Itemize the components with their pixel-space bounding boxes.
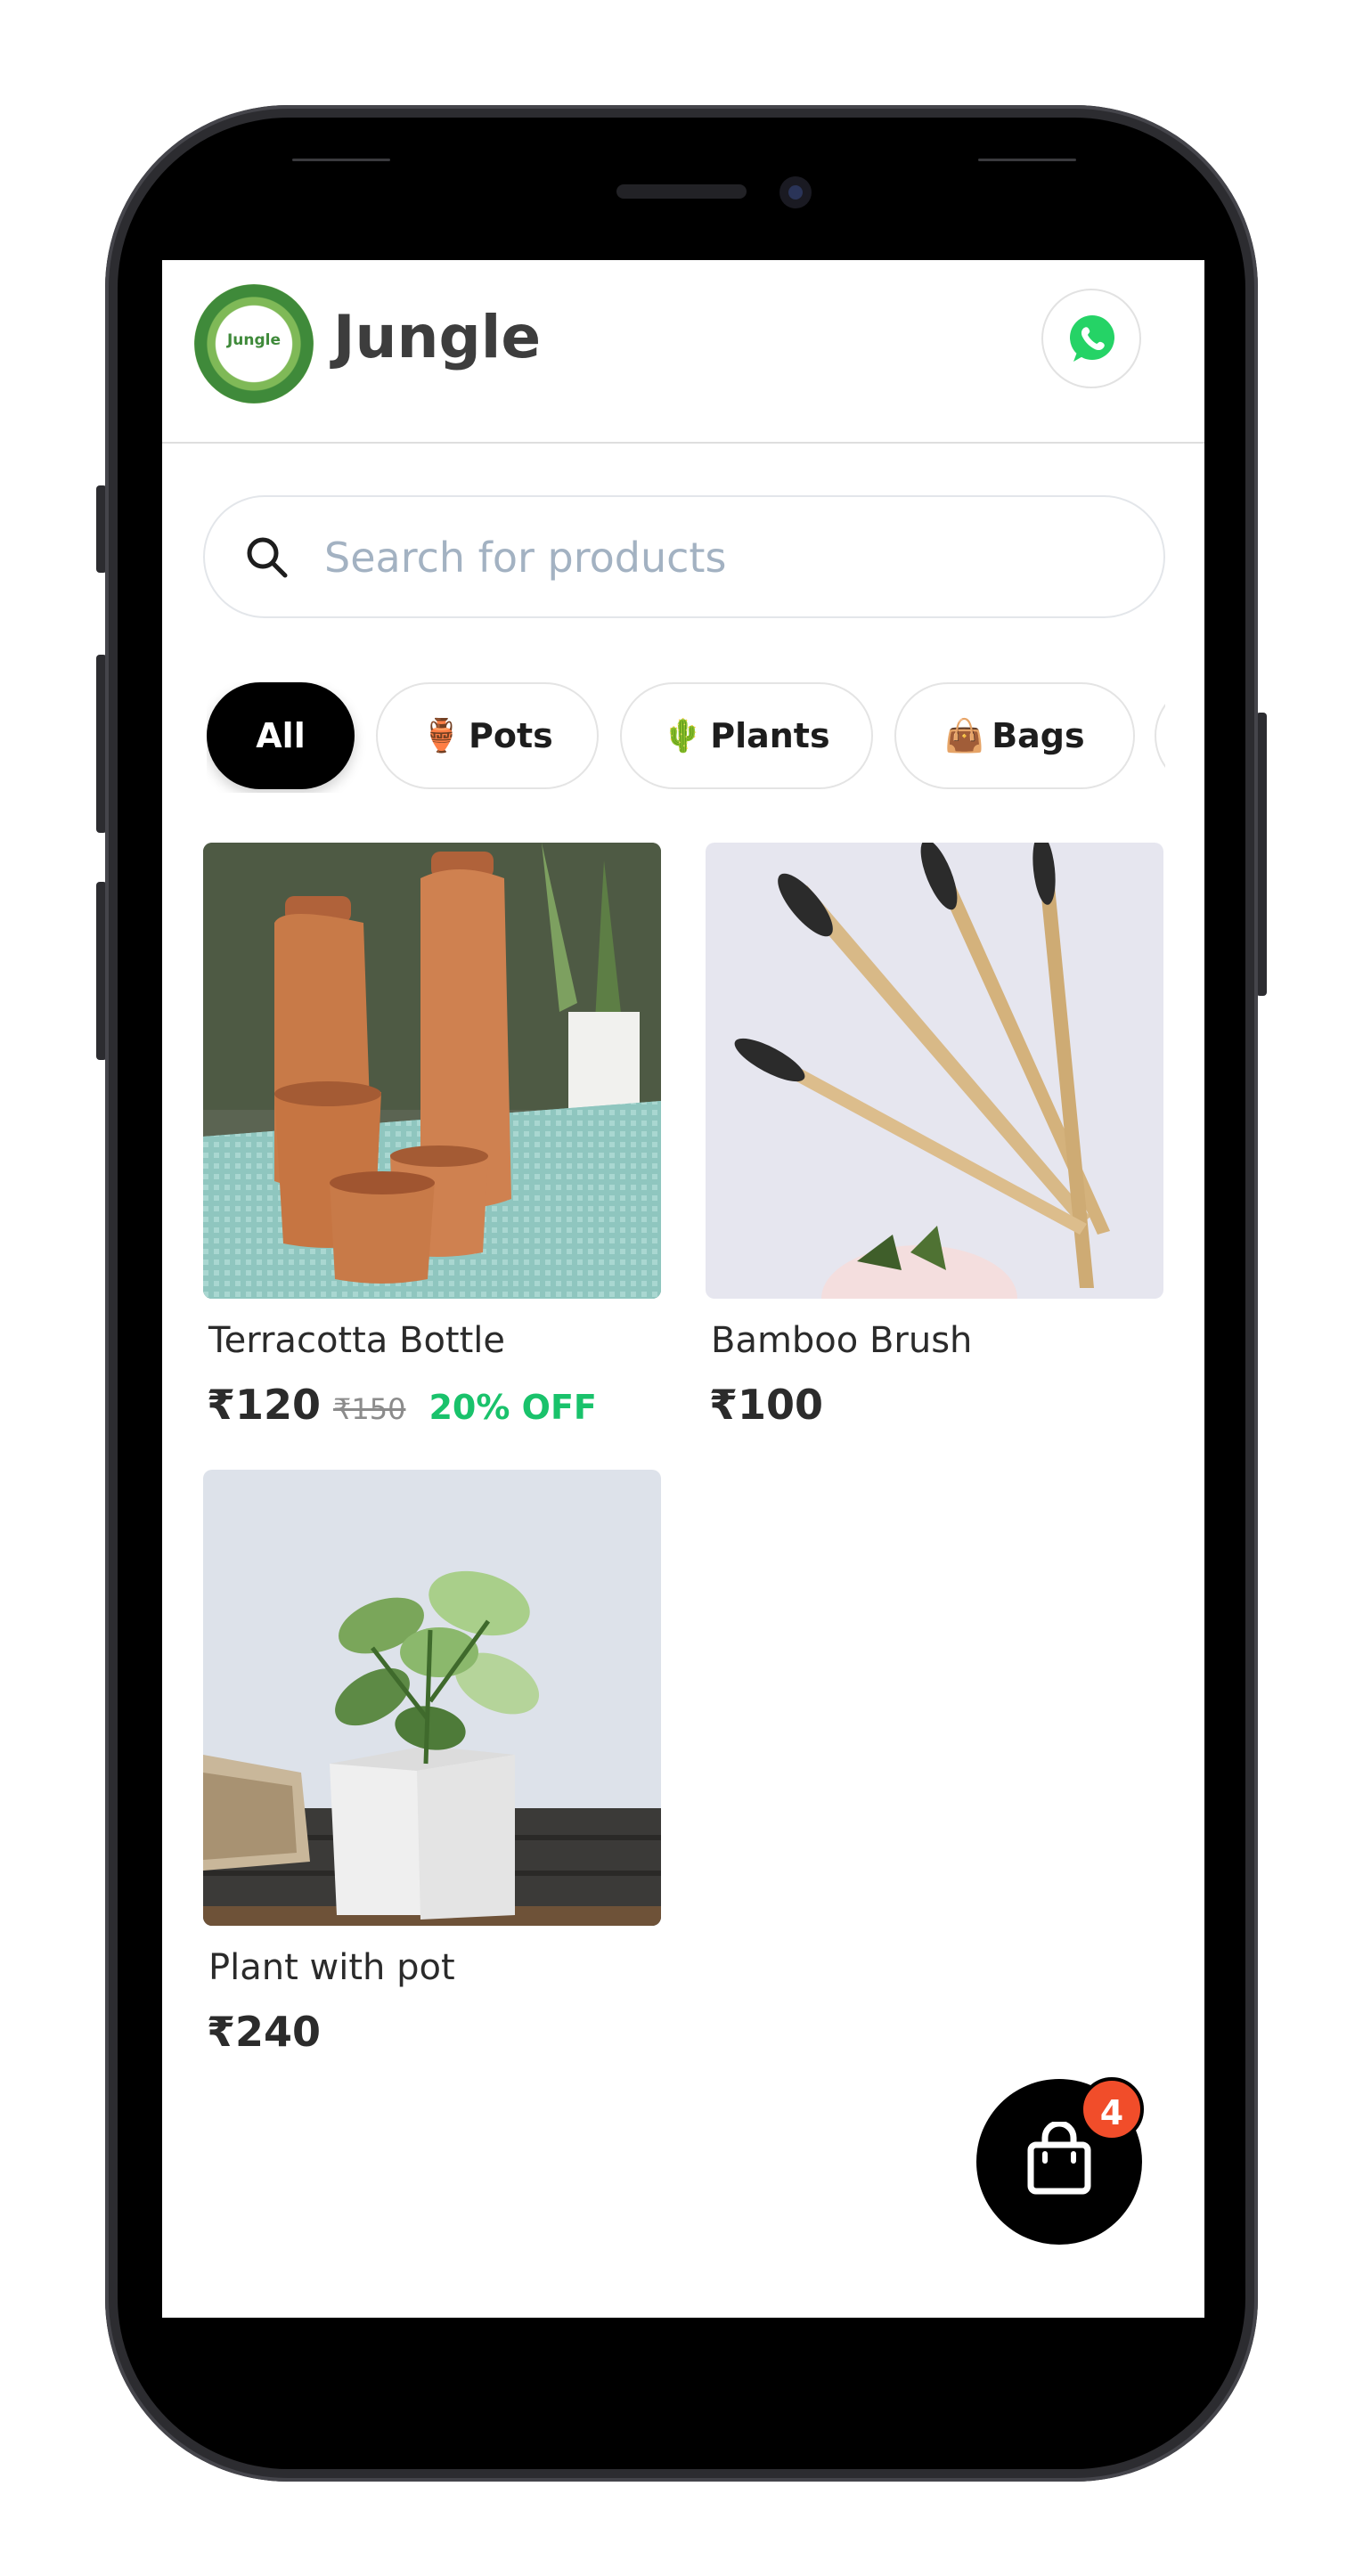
app-header: Jungle Jungle (162, 260, 1204, 444)
price-row: ₹100 (709, 1381, 823, 1429)
category-chip-plants[interactable]: 🌵 Plants (620, 682, 873, 789)
product-image (203, 1470, 661, 1926)
frame-highlight (978, 159, 1076, 161)
category-chip-pots[interactable]: 🏺 Pots (376, 682, 599, 789)
front-camera (779, 176, 812, 208)
product-name: Plant with pot (208, 1947, 455, 1988)
cart-count-badge: 4 (1080, 2077, 1144, 2141)
product-image (706, 843, 1163, 1299)
search-input[interactable] (322, 524, 1110, 591)
shopping-bag-icon (1027, 2122, 1091, 2195)
product-price: ₹100 (709, 1381, 824, 1429)
cactus-icon: 🌵 (663, 718, 704, 754)
price-row: ₹240 (207, 2008, 321, 2056)
category-label: Pots (469, 716, 553, 755)
whatsapp-button[interactable] (1041, 289, 1141, 388)
category-label: All (256, 716, 306, 755)
app-screen: Jungle Jungle All 🏺 Pots 🌵 Plants (162, 260, 1204, 2318)
category-label: Bags (992, 716, 1085, 755)
price-row: ₹120 ₹150 20% OFF (207, 1381, 597, 1429)
product-card[interactable]: Bamboo Brush ₹100 (706, 843, 1163, 1429)
product-name: Terracotta Bottle (208, 1320, 506, 1361)
category-filter: All 🏺 Pots 🌵 Plants 👜 Bags (207, 682, 1165, 793)
product-name: Bamboo Brush (711, 1320, 973, 1361)
brand-name: Jungle (333, 303, 542, 371)
earpiece-speaker (616, 184, 747, 199)
logo-text: Jungle (226, 331, 282, 349)
search-icon (247, 537, 288, 578)
product-price: ₹120 (207, 1381, 322, 1429)
category-chip-bags[interactable]: 👜 Bags (894, 682, 1135, 789)
handbag-icon: 👜 (944, 718, 985, 754)
frame-highlight (292, 159, 390, 161)
category-label: Plants (710, 716, 830, 755)
product-card[interactable]: Plant with pot ₹240 (203, 1470, 661, 2056)
category-chip-all[interactable]: All (207, 682, 355, 789)
whatsapp-icon (1070, 315, 1114, 362)
product-price: ₹240 (207, 2008, 322, 2056)
original-price: ₹150 (333, 1392, 406, 1426)
product-image (203, 843, 661, 1299)
product-card[interactable]: Terracotta Bottle ₹120 ₹150 20% OFF (203, 843, 661, 1429)
brand-logo[interactable]: Jungle (194, 284, 314, 404)
search-bar[interactable] (203, 495, 1165, 618)
category-chip-more[interactable] (1155, 682, 1165, 789)
vase-icon: 🏺 (421, 718, 462, 754)
discount-label: 20% OFF (428, 1388, 597, 1427)
